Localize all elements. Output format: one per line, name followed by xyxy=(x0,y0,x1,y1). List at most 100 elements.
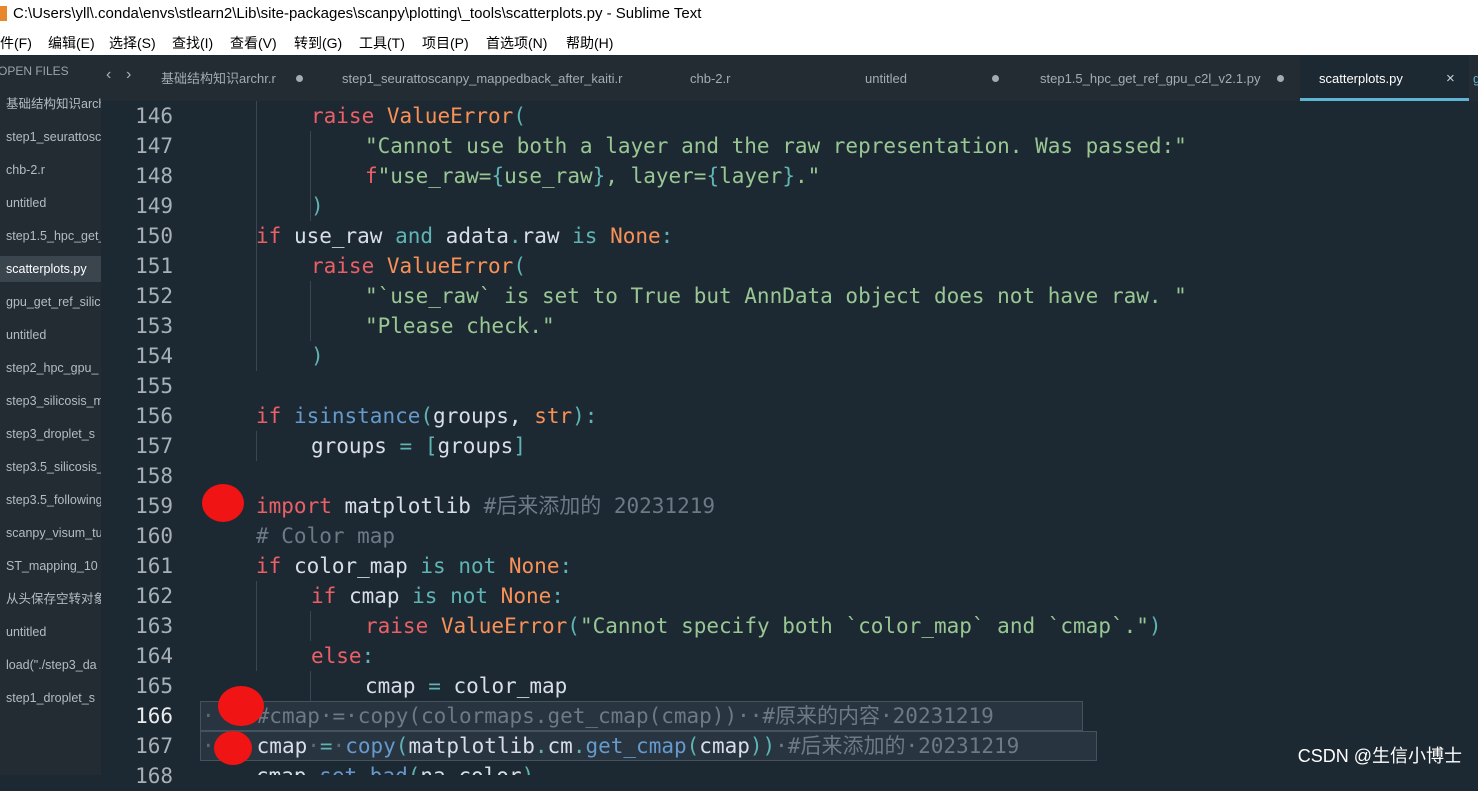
tab-label: untitled xyxy=(865,71,907,86)
line-number: 149 xyxy=(135,194,173,218)
tab-step1-5-hpc[interactable]: step1.5_hpc_get_ref_gpu_c2l_v2.1.py xyxy=(1040,56,1290,101)
tab-forward-icon[interactable]: › xyxy=(126,66,131,84)
code-line-149: ) xyxy=(311,194,324,218)
unsaved-dot-icon xyxy=(992,75,999,82)
code-line-163: raise ValueError("Cannot specify both `c… xyxy=(365,614,1162,638)
line-number: 156 xyxy=(135,404,173,428)
code-line-161: if color_map is not None: xyxy=(256,554,573,578)
sidebar-file[interactable]: step2_hpc_gpu_ xyxy=(6,355,101,381)
code-line-164: else: xyxy=(311,644,375,668)
indent-guide xyxy=(310,281,311,341)
code-line-153: "Please check." xyxy=(365,314,555,338)
line-number: 167 xyxy=(135,734,173,758)
menu-preferences[interactable]: 首选项(N) xyxy=(486,28,547,58)
menu-help[interactable]: 帮助(H) xyxy=(566,28,613,58)
tab-label: scatterplots.py xyxy=(1319,71,1403,86)
sidebar-file[interactable]: 基础结构知识archr.r xyxy=(6,91,101,117)
sidebar-file[interactable]: step1.5_hpc_get_ref_gpu_c2l_v2.1.py xyxy=(6,223,101,249)
line-number: 158 xyxy=(135,464,173,488)
menu-selection[interactable]: 选择(S) xyxy=(109,28,156,58)
line-number: 153 xyxy=(135,314,173,338)
tab-seurattoscanpy[interactable]: step1_seurattoscanpy_mappedback_after_ka… xyxy=(342,56,642,101)
sidebar-file[interactable]: untitled xyxy=(6,190,101,216)
sidebar-file[interactable]: step3_silicosis_m xyxy=(6,388,101,414)
menu-tools[interactable]: 工具(T) xyxy=(359,28,405,58)
code-line-162: if cmap is not None: xyxy=(311,584,564,608)
tab-label: step1_seurattoscanpy_mappedback_after_ka… xyxy=(342,71,623,86)
tab-label: step1.5_hpc_get_ref_gpu_c2l_v2.1.py xyxy=(1040,71,1261,86)
tab-scatterplots-active[interactable]: scatterplots.py × xyxy=(1300,56,1469,101)
sidebar-file[interactable]: gpu_get_ref_silicosis xyxy=(6,289,101,315)
line-number: 152 xyxy=(135,284,173,308)
red-annotation-mark xyxy=(218,686,264,726)
indent-guide xyxy=(256,431,257,461)
menu-bar: 件(F) 编辑(E) 选择(S) 查找(I) 查看(V) 转到(G) 工具(T)… xyxy=(0,28,1478,55)
code-line-147: "Cannot use both a layer and the raw rep… xyxy=(365,134,1187,158)
sidebar-file[interactable]: step3.5_silicosis_ xyxy=(6,454,101,480)
menu-project[interactable]: 项目(P) xyxy=(422,28,469,58)
sidebar-file[interactable]: 从头保存空转对象 xyxy=(6,586,101,612)
line-number: 161 xyxy=(135,554,173,578)
sidebar-file[interactable]: step3.5_following xyxy=(6,487,101,513)
red-annotation-mark xyxy=(202,484,244,522)
sidebar-file[interactable]: step1_droplet_s xyxy=(6,685,101,711)
menu-edit[interactable]: 编辑(E) xyxy=(48,28,95,58)
code-line-154: ) xyxy=(311,344,324,368)
line-number: 151 xyxy=(135,254,173,278)
unsaved-dot-icon xyxy=(1277,75,1284,82)
indent-guide xyxy=(310,671,311,701)
line-number: 164 xyxy=(135,644,173,668)
line-number: 148 xyxy=(135,164,173,188)
line-number: 147 xyxy=(135,134,173,158)
sidebar-file[interactable]: ST_mapping_10 xyxy=(6,553,101,579)
menu-view[interactable]: 查看(V) xyxy=(230,28,277,58)
line-number: 157 xyxy=(135,434,173,458)
tab-chb-2[interactable]: chb-2.r xyxy=(690,56,810,101)
tab-archr[interactable]: 基础结构知识archr.r xyxy=(161,56,321,101)
tab-label: chb-2.r xyxy=(690,71,731,86)
window-title: C:\Users\yll\.conda\envs\stlearn2\Lib\si… xyxy=(13,5,702,22)
code-line-167: · cmap·=·copy(matplotlib.cm.get_cmap(cmap… xyxy=(202,734,1020,758)
tab-overflow[interactable]: g xyxy=(1473,56,1478,101)
sidebar-file[interactable]: untitled xyxy=(6,619,101,645)
red-annotation-mark xyxy=(214,731,252,765)
sidebar-file[interactable]: step3_droplet_s xyxy=(6,421,101,447)
line-number-current: 166 xyxy=(135,704,173,728)
indent-guide xyxy=(310,611,311,641)
line-number: 165 xyxy=(135,674,173,698)
sidebar-file[interactable]: scanpy_visum_tu xyxy=(6,520,101,546)
unsaved-dot-icon xyxy=(296,75,303,82)
tab-untitled[interactable]: untitled xyxy=(865,56,1015,101)
line-number: 155 xyxy=(135,374,173,398)
sidebar-file[interactable]: chb-2.r xyxy=(6,157,101,183)
open-files-header: OPEN FILES xyxy=(0,64,69,78)
code-line-166: · #cmap·=·copy(colormaps.get_cmap(cmap))·… xyxy=(202,704,994,728)
sidebar-file[interactable]: untitled xyxy=(6,322,101,348)
line-number: 146 xyxy=(135,104,173,128)
code-line-150: if use_raw and adata.raw is None: xyxy=(256,224,674,248)
code-line-151: raise ValueError( xyxy=(311,254,526,278)
code-line-168: cmap.set_bad(na_color) xyxy=(256,761,534,775)
line-number: 160 xyxy=(135,524,173,548)
menu-goto[interactable]: 转到(G) xyxy=(294,28,342,58)
sidebar-file[interactable]: load("./step3_da xyxy=(6,652,101,678)
sidebar-file[interactable]: step1_seurattoscanpy_mappedback_after_ka… xyxy=(6,124,101,150)
code-line-159: import matplotlib #后来添加的 20231219 xyxy=(256,494,716,518)
menu-find[interactable]: 查找(I) xyxy=(172,28,213,58)
code-line-156: if isinstance(groups, str): xyxy=(256,404,598,428)
line-number: 163 xyxy=(135,614,173,638)
line-number: 154 xyxy=(135,344,173,368)
tab-bar: ‹ › 基础结构知识archr.r step1_seurattoscanpy_m… xyxy=(101,56,1478,101)
sidebar-file-active[interactable]: scatterplots.py xyxy=(0,256,101,282)
code-line-157: groups = [groups] xyxy=(311,434,526,458)
title-bar: C:\Users\yll\.conda\envs\stlearn2\Lib\si… xyxy=(0,0,1478,28)
code-line-165: cmap = color_map xyxy=(365,674,568,698)
menu-file[interactable]: 件(F) xyxy=(0,28,32,58)
indent-guide xyxy=(256,581,257,671)
line-number-gutter: 146 147 148 149 150 151 152 153 154 155 … xyxy=(101,101,200,788)
line-number: 168 xyxy=(135,764,173,788)
close-tab-icon[interactable]: × xyxy=(1446,56,1455,101)
sublime-app-icon xyxy=(0,6,7,21)
code-editor[interactable]: raise ValueError( "Cannot use both a lay… xyxy=(200,101,1478,775)
tab-back-icon[interactable]: ‹ xyxy=(106,66,111,84)
